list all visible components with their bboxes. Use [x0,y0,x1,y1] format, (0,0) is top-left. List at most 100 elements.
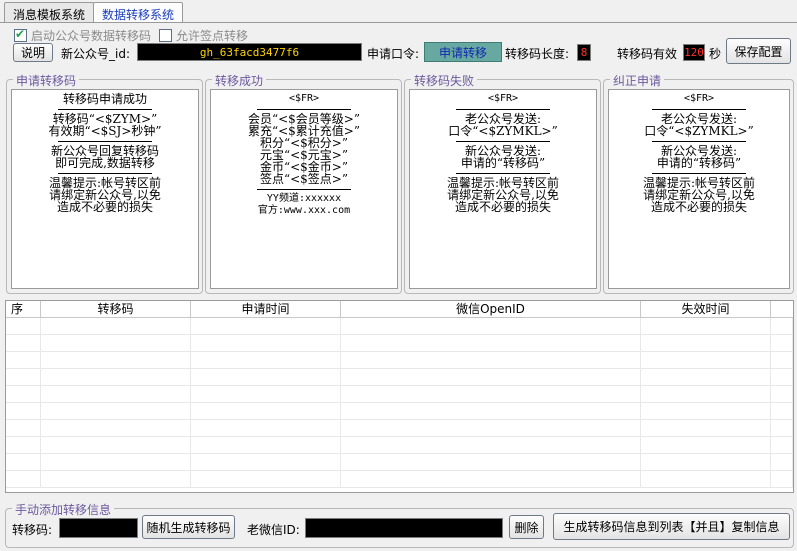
table-cell [641,318,771,334]
command-label: 申请口令: [367,47,420,61]
table-cell [6,386,41,402]
table-cell [341,471,641,487]
checkmark-icon [14,27,27,42]
separator [456,109,550,110]
enable-transfer-label: 启动公众号数据转移码 [31,29,152,43]
table-cell [771,335,793,351]
template-line: 官方:www.xxx.com [257,205,351,216]
template-line: 造成不必要的损失 [56,200,153,214]
table-cell [771,454,793,470]
template-line: 有效期“<$SJ>秒钟” [48,124,162,138]
table-row[interactable] [6,352,793,369]
old-wechat-id-label: 老微信ID: [247,523,300,537]
transfer-table[interactable]: 序 转移码 申请时间 微信OpenID 失效时间 [5,300,794,493]
separator [58,173,152,174]
template-line: 转移码申请成功 [62,92,147,106]
table-cell [771,369,793,385]
enable-transfer-checkbox[interactable]: 启动公众号数据转移码 [14,27,151,44]
separator [652,173,746,174]
table-cell [641,352,771,368]
table-cell [771,437,793,453]
transfer-fail-template[interactable]: <$FR> 老公众号发送: 口令“<$ZYMKL>” 新公众号发送: 申请的“转… [409,89,597,289]
code-label: 转移码: [12,523,53,537]
table-cell [41,318,191,334]
tab-divider [0,22,797,23]
template-line: 签点“<$签点>” [259,172,348,186]
table-cell [41,437,191,453]
table-cell [191,420,341,436]
table-cell [6,352,41,368]
template-line: 口令“<$ZYMKL>” [644,124,754,138]
table-cell [191,403,341,419]
table-row[interactable] [6,471,793,488]
table-cell [341,335,641,351]
old-wechat-id-input[interactable] [305,518,503,538]
column-header-expire-time[interactable]: 失效时间 [641,301,771,317]
tab-bar: 消息模板系统 数据转移系统 [4,2,184,23]
table-row[interactable] [6,369,793,386]
table-row[interactable] [6,335,793,352]
table-cell [341,369,641,385]
save-config-button[interactable]: 保存配置 [726,38,791,64]
correct-apply-template[interactable]: <$FR> 老公众号发送: 口令“<$ZYMKL>” 新公众号发送: 申请的“转… [608,89,790,289]
valid-label: 转移码有效 [617,47,678,61]
transfer-fail-title: 转移码失败 [411,72,478,89]
transfer-success-template[interactable]: <$FR> 会员“<$会员等级>” 累充“<$累计充值>” 积分“<$积分>” … [210,89,398,289]
column-header-index[interactable]: 序 [6,301,41,317]
column-header-code[interactable]: 转移码 [41,301,191,317]
manual-add-title: 手动添加转移信息 [12,501,115,518]
tab-message-template[interactable]: 消息模板系统 [4,2,95,22]
table-row[interactable] [6,454,793,471]
allow-points-checkbox[interactable]: 允许签点转移 [159,27,248,44]
table-cell [41,471,191,487]
correct-apply-group: 纠正申请 <$FR> 老公众号发送: 口令“<$ZYMKL>” 新公众号发送: … [603,72,794,294]
column-header-filler [771,301,793,317]
table-cell [341,437,641,453]
table-cell [6,369,41,385]
valid-seconds-field[interactable]: 120 [683,44,705,61]
code-length-label: 转移码长度: [505,47,570,61]
table-cell [641,471,771,487]
code-input[interactable] [59,518,138,538]
table-cell [341,318,641,334]
template-line: 申请的“转移码” [460,156,546,170]
apply-code-group: 申请转移码 转移码申请成功 转移码“<$ZYM>” 有效期“<$SJ>秒钟” 新… [6,72,203,294]
appid-field[interactable]: gh_63facd3477f6 [137,43,362,61]
table-cell [6,454,41,470]
help-button[interactable]: 说明 [13,43,53,62]
seconds-unit: 秒 [709,47,722,61]
table-row[interactable] [6,437,793,454]
table-row[interactable] [6,420,793,437]
template-line: YY频道:xxxxxx [266,193,342,204]
code-length-field[interactable]: 8 [577,44,591,61]
table-row[interactable] [6,386,793,403]
delete-button[interactable]: 删除 [509,515,544,539]
table-cell [41,352,191,368]
column-header-apply-time[interactable]: 申请时间 [191,301,341,317]
table-row[interactable] [6,318,793,335]
table-row[interactable] [6,403,793,420]
random-code-button[interactable]: 随机生成转移码 [142,515,235,539]
table-cell [191,352,341,368]
tab-data-transfer[interactable]: 数据转移系统 [93,2,184,23]
table-cell [641,420,771,436]
table-cell [6,437,41,453]
command-field[interactable]: 申请转移 [424,42,502,62]
column-header-openid[interactable]: 微信OpenID [341,301,641,317]
unchecked-box-icon [159,29,172,42]
transfer-success-title: 转移成功 [212,72,267,89]
separator [652,109,746,110]
table-cell [771,471,793,487]
table-cell [6,335,41,351]
separator [257,189,351,190]
table-cell [771,318,793,334]
table-cell [341,403,641,419]
appid-label: 新公众号_id: [61,47,130,61]
table-cell [771,420,793,436]
table-cell [191,369,341,385]
table-cell [191,335,341,351]
table-cell [641,437,771,453]
apply-code-template[interactable]: 转移码申请成功 转移码“<$ZYM>” 有效期“<$SJ>秒钟” 新公众号回复转… [11,89,199,289]
separator [456,141,550,142]
generate-copy-button[interactable]: 生成转移码信息到列表【并且】复制信息 [553,513,790,540]
